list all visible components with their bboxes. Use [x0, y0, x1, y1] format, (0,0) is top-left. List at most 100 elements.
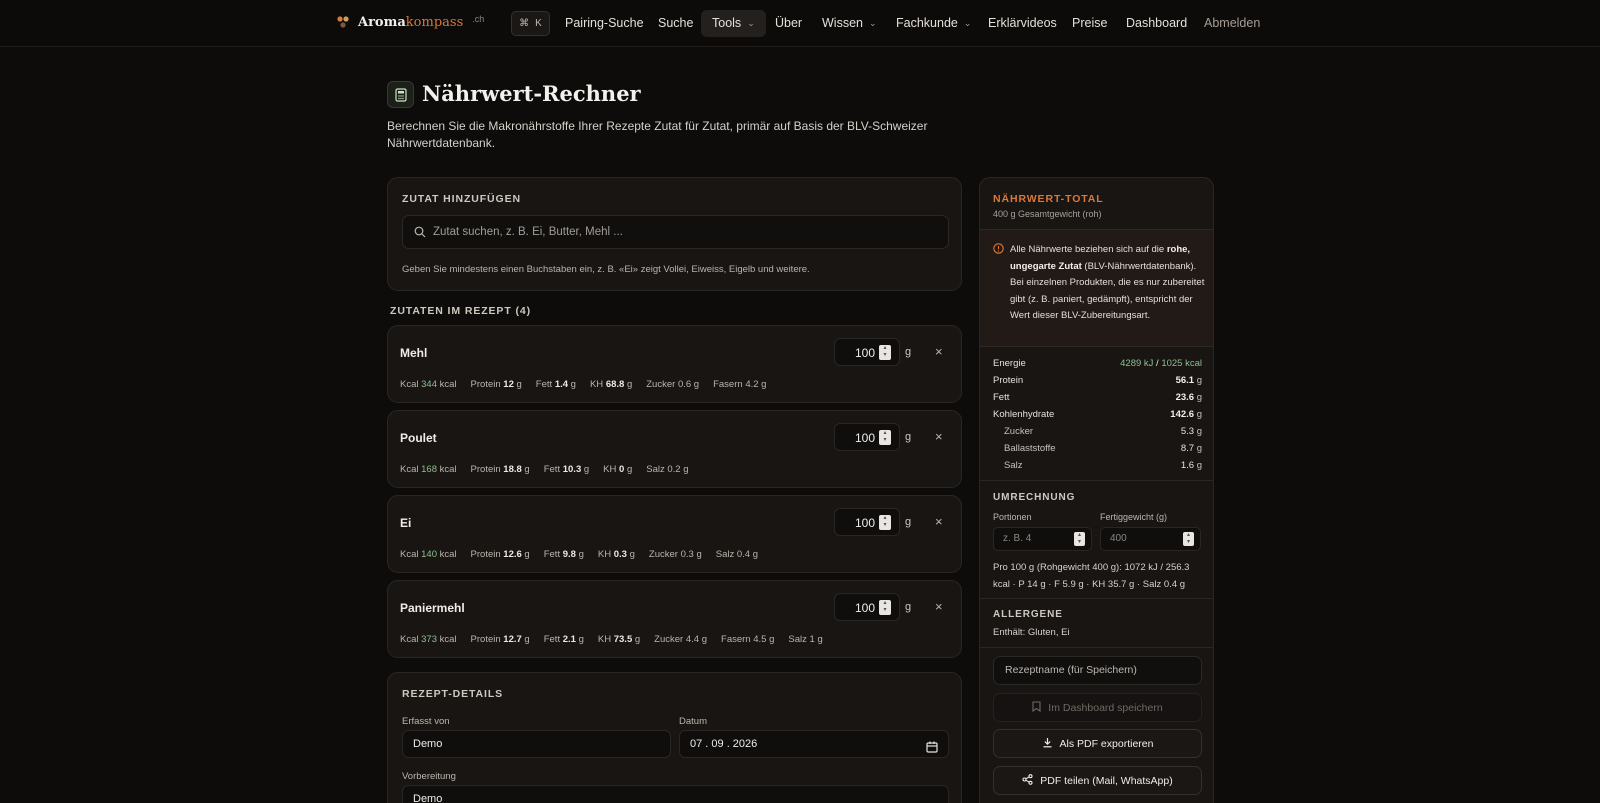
ingredient-search-input[interactable]: [433, 216, 938, 248]
nav-suche[interactable]: Suche: [658, 10, 693, 37]
remove-ingredient-icon[interactable]: ×: [935, 429, 943, 444]
nutrition-total-panel: NÄHRWERT-TOTAL 400 g Gesamtgewicht (roh)…: [979, 177, 1214, 803]
page-title: Nährwert-Rechner: [422, 81, 641, 106]
conversion-label: UMRECHNUNG: [993, 492, 1076, 503]
quantity-stepper[interactable]: ▴ ▾: [879, 430, 891, 445]
quantity-input[interactable]: 100 ▴ ▾: [834, 508, 900, 536]
nav-erklaervideos[interactable]: Erklärvideos: [988, 10, 1057, 37]
macro-item: Zucker 0.6 g: [646, 379, 700, 390]
ingredient-card: Ei 100 ▴ ▾ g × Kcal 140 kcal Protein 12.6 g Fett…: [387, 495, 962, 573]
macro-item: Fett 9.8 g: [543, 549, 584, 560]
macro-item: Fasern 4.5 g: [721, 634, 775, 645]
quantity-value: 100: [854, 346, 875, 360]
macro-item: Kcal 168 kcal: [400, 464, 457, 475]
macro-item: Fasern 4.2 g: [713, 379, 767, 390]
prep-value: Demo: [413, 793, 443, 803]
date-label: Datum: [679, 716, 707, 727]
nutrition-row: Fett 23.6 g: [993, 392, 1202, 403]
quantity-stepper[interactable]: ▴ ▾: [879, 345, 891, 360]
date-value: 07 . 09 . 2026: [690, 738, 758, 750]
page-subtitle: Berechnen Sie die Makronährstoffe Ihrer …: [387, 119, 928, 150]
macro-item: Protein 12.6 g: [470, 549, 530, 560]
add-ingredient-label: ZUTAT HINZUFÜGEN: [402, 193, 521, 205]
macro-item: Salz 1 g: [788, 634, 823, 645]
nav-abmelden[interactable]: Abmelden: [1204, 10, 1260, 37]
remove-ingredient-icon[interactable]: ×: [935, 599, 943, 614]
nav-tools[interactable]: Tools ⌄: [701, 10, 766, 37]
macro-item: Fett 10.3 g: [543, 464, 590, 475]
date-field[interactable]: 07 . 09 . 2026: [679, 730, 949, 758]
search-icon: [414, 226, 426, 241]
allergens-label: ALLERGENE: [993, 609, 1063, 620]
logo-text: Aromakompass: [358, 14, 464, 30]
nav-preise[interactable]: Preise: [1072, 10, 1107, 37]
final-weight-stepper[interactable]: ▴ ▾: [1183, 532, 1194, 546]
nutrition-row: Protein 56.1 g: [993, 375, 1202, 386]
share-icon: [1022, 773, 1033, 788]
ingredient-macros: Kcal 344 kcal Protein 12 g Fett 1.4 g KH 68…: [400, 379, 766, 390]
calendar-icon[interactable]: [926, 737, 938, 763]
final-weight-input[interactable]: 400 ▴ ▾: [1100, 527, 1201, 551]
nav-ueber[interactable]: Über: [775, 10, 802, 37]
quantity-input[interactable]: 100 ▴ ▾: [834, 338, 900, 366]
ingredient-search-box[interactable]: [402, 215, 949, 249]
macro-item: Kcal 344 kcal: [400, 379, 457, 390]
macro-item: KH 0.3 g: [597, 549, 635, 560]
macro-item: KH 73.5 g: [597, 634, 641, 645]
nutrition-table: Energie 4289 kJ / 1025 kcal Protein 56.1 …: [993, 356, 1202, 475]
quantity-unit: g: [905, 516, 912, 528]
calculator-icon: [387, 81, 414, 108]
quantity-value: 100: [854, 431, 875, 445]
quantity-unit: g: [905, 431, 912, 443]
nav-dashboard[interactable]: Dashboard: [1126, 10, 1187, 37]
macro-item: Protein 18.8 g: [470, 464, 530, 475]
quantity-stepper[interactable]: ▴ ▾: [879, 515, 891, 530]
macro-item: Zucker 0.3 g: [648, 549, 702, 560]
nutrition-row: Salz 1.6 g: [1004, 460, 1202, 471]
author-label: Erfasst von: [402, 716, 450, 727]
remove-ingredient-icon[interactable]: ×: [935, 344, 943, 359]
portions-stepper[interactable]: ▴ ▾: [1074, 532, 1085, 546]
save-dashboard-button[interactable]: Im Dashboard speichern: [993, 693, 1202, 722]
author-field[interactable]: Demo: [402, 730, 671, 758]
quantity-input[interactable]: 100 ▴ ▾: [834, 593, 900, 621]
logo-domain: .ch: [472, 14, 485, 24]
nutrition-row: Zucker 5.3 g: [1004, 426, 1202, 437]
prep-label: Vorbereitung: [402, 771, 456, 782]
ingredient-card: Mehl 100 ▴ ▾ g × Kcal 344 kcal Protein 12 g Fett…: [387, 325, 962, 403]
quantity-stepper[interactable]: ▴ ▾: [879, 600, 891, 615]
chevron-down-icon: ⌄: [747, 18, 755, 28]
ingredient-name: Ei: [400, 516, 412, 530]
quantity-value: 100: [854, 516, 875, 530]
ingredient-card: Paniermehl 100 ▴ ▾ g × Kcal 373 kcal Protein 12…: [387, 580, 962, 658]
ingredient-name: Poulet: [400, 431, 437, 445]
ingredient-name: Mehl: [400, 346, 428, 360]
portions-label: Portionen: [993, 512, 1032, 522]
prep-field[interactable]: Demo: [402, 785, 949, 803]
logo[interactable]: Aromakompass .ch: [335, 14, 484, 30]
macro-item: Salz 0.4 g: [715, 549, 759, 560]
command-palette-button[interactable]: ⌘ K: [511, 11, 550, 36]
top-navigation: Aromakompass .ch ⌘ K Pairing-Suche Suche…: [0, 0, 1600, 47]
nav-pairing-suche[interactable]: Pairing-Suche: [565, 10, 644, 37]
nav-fachkunde[interactable]: Fachkunde ⌄: [896, 10, 971, 37]
quantity-input[interactable]: 100 ▴ ▾: [834, 423, 900, 451]
macro-item: Salz 0.2 g: [646, 464, 689, 475]
macro-item: KH 68.8 g: [589, 379, 633, 390]
chevron-down-icon: ⌄: [868, 18, 877, 28]
remove-ingredient-icon[interactable]: ×: [935, 514, 943, 529]
nav-wissen[interactable]: Wissen ⌄: [822, 10, 877, 37]
final-weight-label: Fertiggewicht (g): [1100, 512, 1168, 522]
energy-row: Energie 4289 kJ / 1025 kcal: [993, 358, 1202, 369]
recipe-ingredients-heading: ZUTATEN IM REZEPT (4): [390, 305, 532, 317]
raw-values-notice: Alle Nährwerte beziehen sich auf die roh…: [980, 229, 1213, 347]
nutrition-row: Ballaststoffe 8.7 g: [1004, 443, 1202, 454]
bookmark-icon: [1032, 700, 1041, 715]
export-pdf-button[interactable]: Als PDF exportieren: [993, 729, 1202, 758]
share-pdf-button[interactable]: PDF teilen (Mail, WhatsApp): [993, 766, 1202, 795]
allergens-text: Enthält: Gluten, Ei: [993, 627, 1070, 638]
portions-input[interactable]: z. B. 4 ▴ ▾: [993, 527, 1092, 551]
macro-item: Kcal 140 kcal: [400, 549, 457, 560]
command-key-icon: ⌘: [519, 18, 530, 29]
recipe-name-input[interactable]: Rezeptname (für Speichern): [993, 656, 1202, 685]
